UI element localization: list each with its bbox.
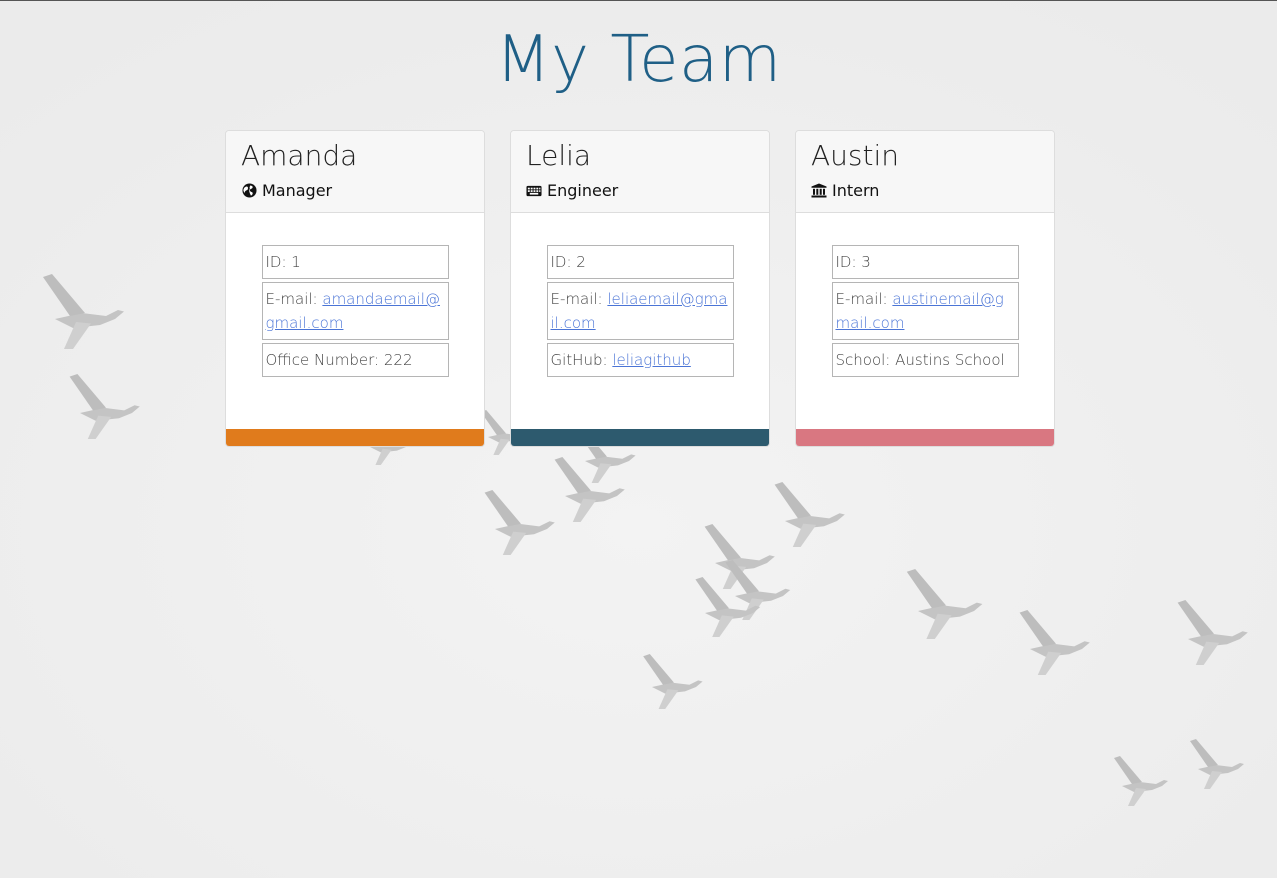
email-item: E-mail: amandaemail@gmail.com [261,282,449,340]
card-header: Amanda Manager [226,131,484,213]
info-list: ID: 2 E-mail: leliaemail@gmail.com GitHu… [546,245,734,377]
globe-icon [241,183,257,199]
email-label: E-mail: [550,290,603,308]
employee-card-manager: Amanda Manager ID: 1 E-mail: amandaemail… [225,130,485,447]
github-item: GitHub: leliagithub [546,343,734,377]
github-label: GitHub: [550,351,608,369]
employee-role: Intern [811,181,1039,200]
info-list: ID: 1 E-mail: amandaemail@gmail.com Offi… [261,245,449,377]
employee-name: Amanda [241,139,358,172]
university-icon [811,183,827,199]
card-header: Austin Intern [796,131,1054,213]
page-title: My Team [495,23,782,97]
id-item: ID: 2 [546,245,734,279]
card-footer-intern [796,429,1054,446]
card-body: ID: 3 E-mail: austinemail@gmail.com Scho… [796,213,1054,377]
email-item: E-mail: austinemail@gmail.com [831,282,1019,340]
card-header: Lelia Engineer [511,131,769,213]
card-footer-engineer [511,429,769,446]
school-item: School: Austins School [831,343,1019,377]
employee-role: Engineer [526,181,754,200]
email-item: E-mail: leliaemail@gmail.com [546,282,734,340]
employee-name: Lelia [526,139,592,172]
card-footer-manager [226,429,484,446]
office-number-item: Office Number: 222 [261,343,449,377]
school-value: Austins School [895,351,1005,369]
card-body: ID: 1 E-mail: amandaemail@gmail.com Offi… [226,213,484,377]
school-label: School: [835,351,891,369]
office-number-label: Office Number: [265,351,380,369]
id-item: ID: 1 [261,245,449,279]
employee-card-engineer: Lelia Engineer ID: 2 E-mail: leliaemail@… [510,130,770,447]
employee-name: Austin [811,139,899,172]
keyboard-icon [526,183,542,199]
employee-role: Manager [241,181,469,200]
employee-card-intern: Austin Intern ID: 3 E-mail: austinemail@… [795,130,1055,447]
email-label: E-mail: [265,290,318,308]
id-item: ID: 3 [831,245,1019,279]
card-body: ID: 2 E-mail: leliaemail@gmail.com GitHu… [511,213,769,377]
email-label: E-mail: [835,290,888,308]
info-list: ID: 3 E-mail: austinemail@gmail.com Scho… [831,245,1019,377]
office-number-value: 222 [383,351,413,369]
role-label: Manager [262,181,333,200]
github-link[interactable]: leliagithub [612,351,691,369]
role-label: Engineer [547,181,619,200]
role-label: Intern [832,181,880,200]
